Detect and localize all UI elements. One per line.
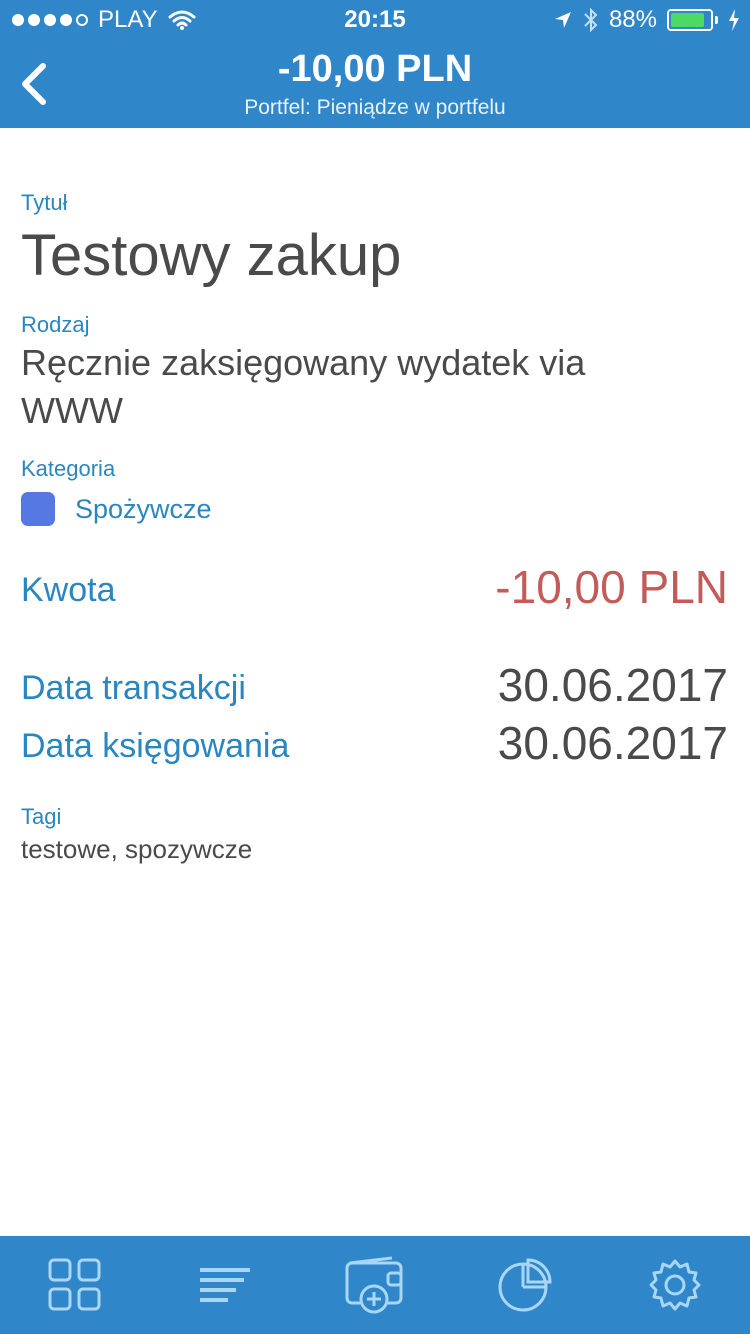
bluetooth-icon <box>584 7 598 33</box>
type-value-line1: Ręcznie zaksięgowany wydatek via <box>21 342 586 383</box>
battery-percent: 88% <box>608 6 657 33</box>
pie-chart-icon <box>498 1258 552 1312</box>
battery-tip <box>715 16 718 24</box>
title-value: Testowy zakup <box>21 223 402 288</box>
type-label: Rodzaj <box>21 312 90 337</box>
battery-level <box>671 13 705 27</box>
amount-value: -10,00 PLN <box>495 561 728 613</box>
dashboard-grid-icon <box>48 1258 101 1311</box>
category-color-swatch <box>21 492 55 526</box>
status-right: 88% <box>553 0 740 40</box>
type-value-line2: WWW <box>21 390 123 431</box>
settings-gear-icon <box>649 1259 701 1311</box>
battery-icon <box>667 9 713 31</box>
tab-transactions[interactable] <box>185 1245 265 1325</box>
charging-bolt-icon <box>729 9 739 31</box>
transaction-date-label: Data transakcji <box>21 669 246 707</box>
tab-bar <box>0 1236 750 1334</box>
transaction-date-value: 30.06.2017 <box>497 659 728 711</box>
tags-value: testowe, spozywcze <box>21 834 253 864</box>
location-arrow-icon <box>554 12 571 28</box>
category-label: Kategoria <box>21 456 116 481</box>
posting-date-value: 30.06.2017 <box>497 717 728 769</box>
posting-date-label: Data księgowania <box>21 727 290 765</box>
title-label: Tytuł <box>21 190 68 215</box>
tags-label: Tagi <box>21 804 62 829</box>
add-wallet-icon <box>345 1256 403 1314</box>
tab-settings[interactable] <box>635 1245 715 1325</box>
category-row[interactable]: Spożywcze <box>21 492 212 526</box>
tab-add-transaction[interactable] <box>335 1245 415 1325</box>
list-icon <box>200 1268 250 1302</box>
nav-title-amount: -10,00 PLN <box>277 48 473 90</box>
category-name: Spożywcze <box>75 493 212 524</box>
tab-statistics[interactable] <box>485 1245 565 1325</box>
top-bar: PLAY 20:15 88% -10,00 PLN Portfel: Pieni… <box>0 0 750 128</box>
amount-label: Kwota <box>21 571 116 609</box>
tab-dashboard[interactable] <box>35 1245 115 1325</box>
status-bar: PLAY 20:15 88% <box>0 0 750 40</box>
nav-subtitle-wallet: Portfel: Pieniądze w portfelu <box>244 96 506 119</box>
